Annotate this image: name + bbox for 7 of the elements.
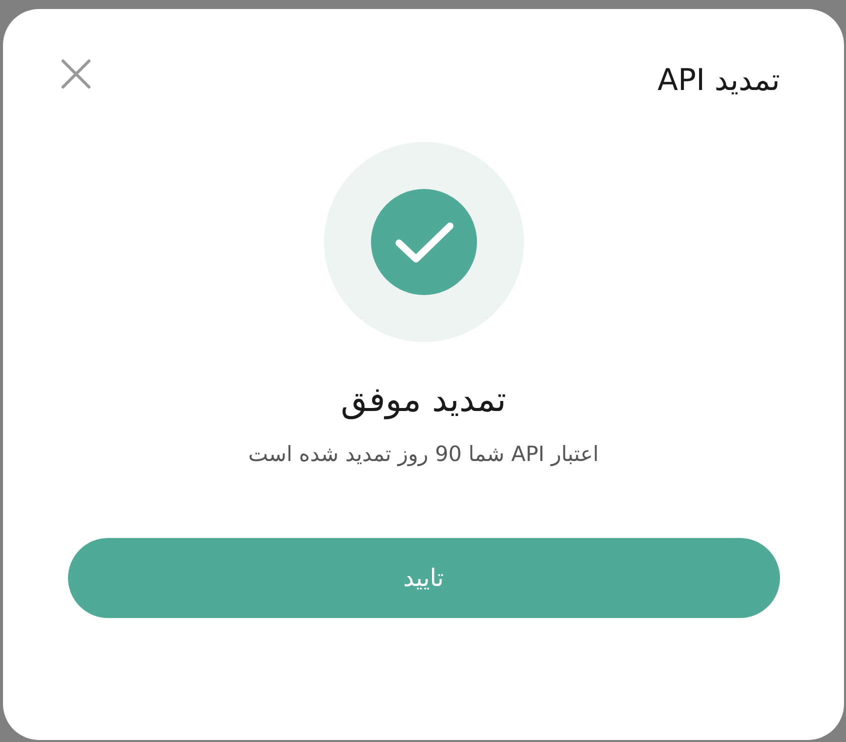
close-button[interactable] (59, 56, 93, 90)
close-icon (59, 56, 93, 90)
confirm-button[interactable]: تایید (68, 538, 780, 618)
result-message: اعتبار API شما 90 روز تمدید شده است (248, 442, 599, 466)
result-heading: تمدید موفق (340, 380, 506, 420)
dialog-title: تمدید API (657, 63, 780, 98)
check-icon (370, 189, 476, 295)
